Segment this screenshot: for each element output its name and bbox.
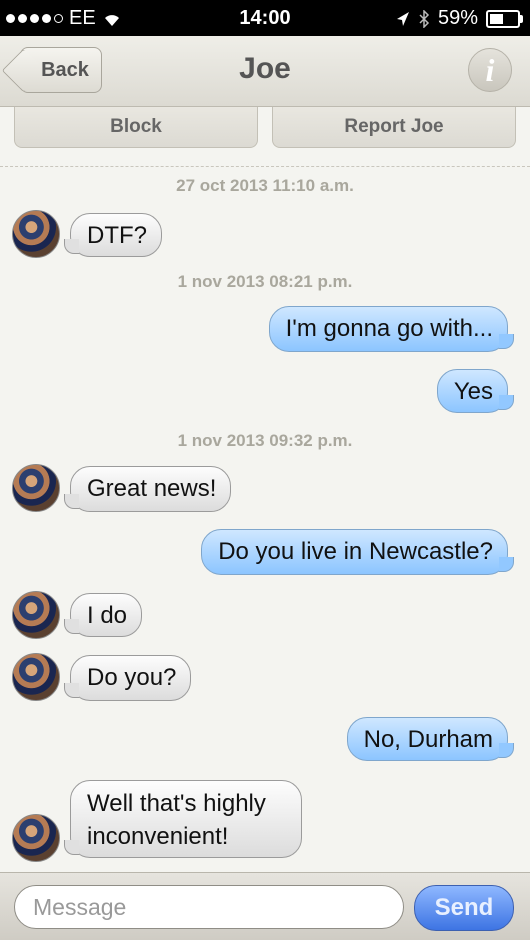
- timestamp: 27 oct 2013 11:10 a.m.: [176, 176, 354, 195]
- incoming-message-bubble: Well that's highly inconvenient!: [64, 780, 302, 858]
- timestamp: 1 nov 2013 09:32 p.m.: [177, 431, 353, 450]
- message-input[interactable]: [14, 885, 404, 929]
- incoming-message-bubble: Great news!: [63, 466, 232, 512]
- incoming-message-bubble: DTF?: [64, 213, 162, 257]
- outgoing-message-bubble: Do you live in Newcastle?: [201, 529, 514, 575]
- avatar[interactable]: [12, 814, 60, 862]
- avatar[interactable]: [12, 210, 60, 258]
- message-list: 27 oct 2013 11:10 a.m. DTF? 1 nov 2013 0…: [0, 0, 530, 939]
- avatar[interactable]: [12, 591, 60, 639]
- compose-bar: Send: [0, 872, 530, 940]
- avatar[interactable]: [12, 464, 60, 512]
- outgoing-message-bubble: Yes: [436, 369, 515, 413]
- timestamp: 1 nov 2013 08:21 p.m.: [177, 272, 353, 291]
- send-button[interactable]: Send: [414, 885, 514, 931]
- outgoing-message-bubble: No, Durham: [346, 717, 515, 761]
- incoming-message-bubble: Do you?: [63, 655, 192, 701]
- avatar[interactable]: [12, 653, 60, 701]
- incoming-message-bubble: I do: [63, 593, 143, 637]
- outgoing-message-bubble: I'm gonna go with...: [268, 306, 515, 352]
